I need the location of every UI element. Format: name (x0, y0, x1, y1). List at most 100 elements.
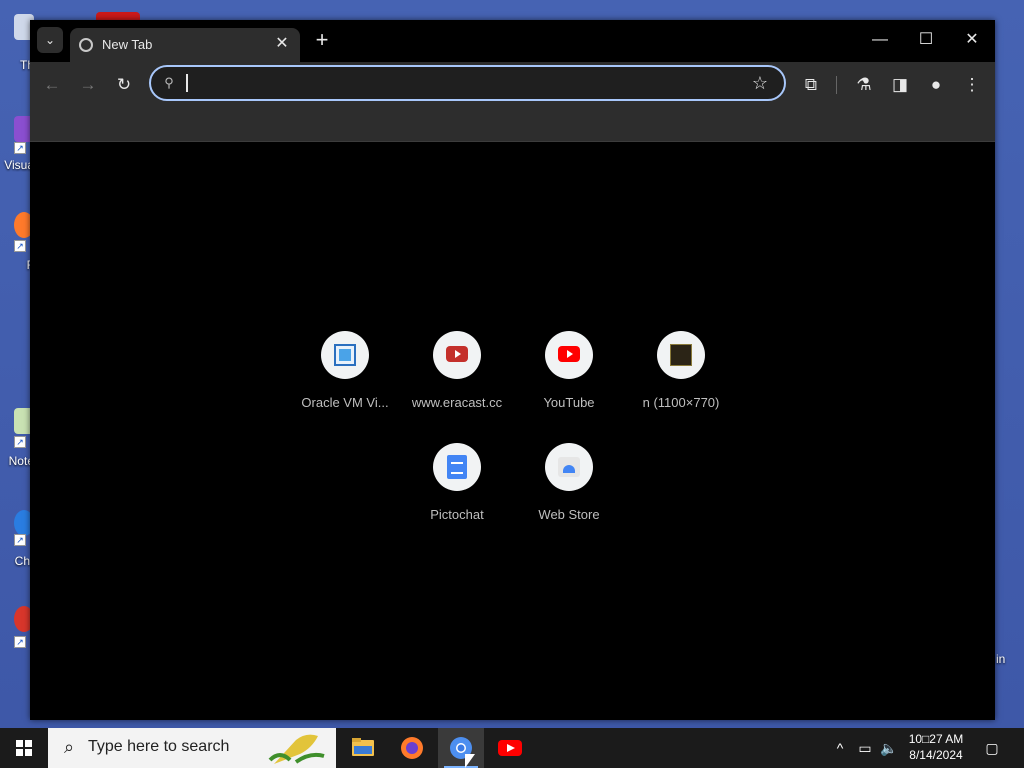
shortcut-arrow-icon: ↗ (14, 436, 26, 448)
person-icon: ● (930, 75, 942, 94)
shortcut-label: Oracle VM Vi... (301, 395, 389, 410)
shortcut-arrow-icon: ↗ (14, 240, 26, 252)
taskbar-file-explorer[interactable] (340, 728, 386, 768)
search-engine-icon: ⚲ (164, 75, 174, 90)
taskbar-firefox[interactable] (389, 728, 435, 768)
desktop-icon-visual-studio[interactable]: ↗ Visua (0, 112, 34, 172)
globe-icon (79, 38, 93, 52)
volume-button[interactable]: 🔈 (878, 728, 900, 768)
tab-search-button[interactable]: ⌄ (37, 27, 63, 53)
show-hidden-icons-button[interactable]: ^ (830, 728, 850, 768)
web-store-icon (558, 457, 580, 477)
menu-button[interactable]: ⋮ (958, 71, 986, 99)
back-button[interactable]: ← (38, 71, 66, 99)
notifications-button[interactable]: ▢ (978, 728, 1006, 768)
image-thumbnail-icon (670, 344, 692, 366)
puzzle-icon: ⧉ (804, 75, 818, 94)
new-tab-button[interactable]: + (310, 29, 334, 53)
extensions-button[interactable]: ⧉ (797, 71, 825, 99)
close-tab-button[interactable]: ✕ (272, 34, 292, 54)
shortcut-tile[interactable]: Web Store (513, 443, 625, 555)
search-highlight-corn-icon (268, 734, 325, 764)
shortcut-label: Pictochat (430, 507, 484, 522)
text-caret (186, 74, 188, 92)
desktop-icon-label: Chr (14, 554, 34, 568)
shortcut-arrow-icon: ↗ (14, 142, 26, 154)
shortcut-arrow-icon: ↗ (14, 636, 26, 648)
shortcut-tile[interactable]: www.eracast.cc (401, 331, 513, 443)
maximize-button[interactable]: ☐ (903, 20, 949, 60)
shortcut-tile[interactable]: Pictochat (401, 443, 513, 555)
firefox-icon (401, 737, 423, 759)
shortcut-icon-circle (433, 443, 481, 491)
taskbar-search-box[interactable]: ⌕ Type here to search (48, 728, 336, 768)
network-icon: ▭ (858, 740, 872, 756)
clock[interactable]: 10□27 AM 8/14/2024 (900, 731, 972, 763)
shortcut-tile[interactable]: Oracle VM Vi... (289, 331, 401, 443)
reload-icon: ↻ (116, 75, 132, 94)
address-input[interactable] (183, 72, 743, 94)
forward-arrow-icon: → (79, 75, 97, 94)
desktop-icon-6[interactable]: ↗ (0, 604, 34, 664)
forward-button[interactable]: → (74, 71, 102, 99)
labs-button[interactable]: ⚗ (850, 71, 878, 99)
start-button[interactable] (0, 728, 48, 768)
shortcut-label: Web Store (538, 507, 600, 522)
desktop-icon-label: Note (8, 454, 34, 468)
flask-icon: ⚗ (856, 75, 872, 94)
more-vert-icon: ⋮ (963, 75, 981, 94)
tab-title: New Tab (102, 37, 153, 52)
close-icon: ✕ (275, 35, 289, 52)
minimize-button[interactable]: — (857, 20, 903, 60)
docs-icon (447, 455, 467, 479)
title-bar: ⌄ New Tab ✕ + — ☐ ✕ (30, 20, 995, 62)
browser-window: ⌄ New Tab ✕ + — ☐ ✕ ← → ↻ ⚲ ☆ ⧉ ⚗ ◨ ● ⋮ … (30, 20, 995, 720)
youtube-icon (558, 346, 580, 362)
toolbar: ← → ↻ ⚲ ☆ ⧉ ⚗ ◨ ● ⋮ (30, 62, 995, 108)
toolbar-separator (836, 76, 837, 94)
desktop-red-element (96, 12, 140, 20)
shortcut-icon-circle (657, 331, 705, 379)
desktop-icon-firefox[interactable]: ↗ F (0, 208, 34, 272)
close-icon: ✕ (965, 31, 979, 48)
folder-icon (352, 738, 374, 756)
desktop-icon-1[interactable]: Th (0, 12, 34, 72)
shortcut-icon-circle (545, 331, 593, 379)
virtualbox-icon (334, 344, 356, 366)
shortcut-icon-circle (321, 331, 369, 379)
chrome-icon (450, 737, 472, 759)
clock-date: 8/14/2024 (909, 748, 963, 762)
minimize-icon: — (872, 31, 888, 48)
desktop-icon-chrome[interactable]: ↗ Chr (0, 506, 34, 568)
windows-logo-icon (16, 740, 32, 756)
desktop-icon-label: Th (19, 58, 34, 72)
tab-new-tab[interactable]: New Tab ✕ (70, 28, 300, 62)
desktop-icon-notepad[interactable]: ↗ Note (0, 404, 34, 468)
profile-button[interactable]: ● (922, 71, 950, 99)
side-panel-button[interactable]: ◨ (886, 71, 914, 99)
close-window-button[interactable]: ✕ (949, 20, 995, 60)
speaker-icon: 🔈 (880, 740, 898, 756)
bookmarks-bar (30, 108, 995, 142)
shortcut-tile[interactable]: YouTube (513, 331, 625, 443)
clock-time: 10□27 AM (908, 732, 964, 746)
notification-icon: ▢ (985, 740, 999, 756)
shortcut-icon-circle (545, 443, 593, 491)
maximize-icon: ☐ (918, 31, 934, 48)
shortcut-label: n (1100×770) (642, 395, 720, 410)
shortcut-label: YouTube (543, 395, 595, 410)
search-placeholder: Type here to search (88, 738, 230, 755)
shortcut-arrow-icon: ↗ (14, 534, 26, 546)
network-button[interactable]: ▭ (854, 728, 876, 768)
shortcut-tile[interactable]: n (1100×770) (625, 331, 737, 443)
plus-icon: + (315, 27, 329, 52)
taskbar-chrome[interactable] (438, 728, 484, 768)
back-arrow-icon: ← (43, 75, 61, 94)
shortcut-icon-circle (433, 331, 481, 379)
new-tab-page: Oracle VM Vi... www.eracast.cc YouTube n… (30, 142, 995, 720)
bookmark-star-icon[interactable]: ☆ (750, 73, 770, 93)
taskbar: ⌕ Type here to search ^ ▭ 🔈 10□27 AM 8/1… (0, 728, 1024, 768)
omnibox[interactable]: ⚲ ☆ (149, 65, 786, 101)
reload-button[interactable]: ↻ (110, 71, 138, 99)
taskbar-youtube[interactable] (487, 728, 533, 768)
